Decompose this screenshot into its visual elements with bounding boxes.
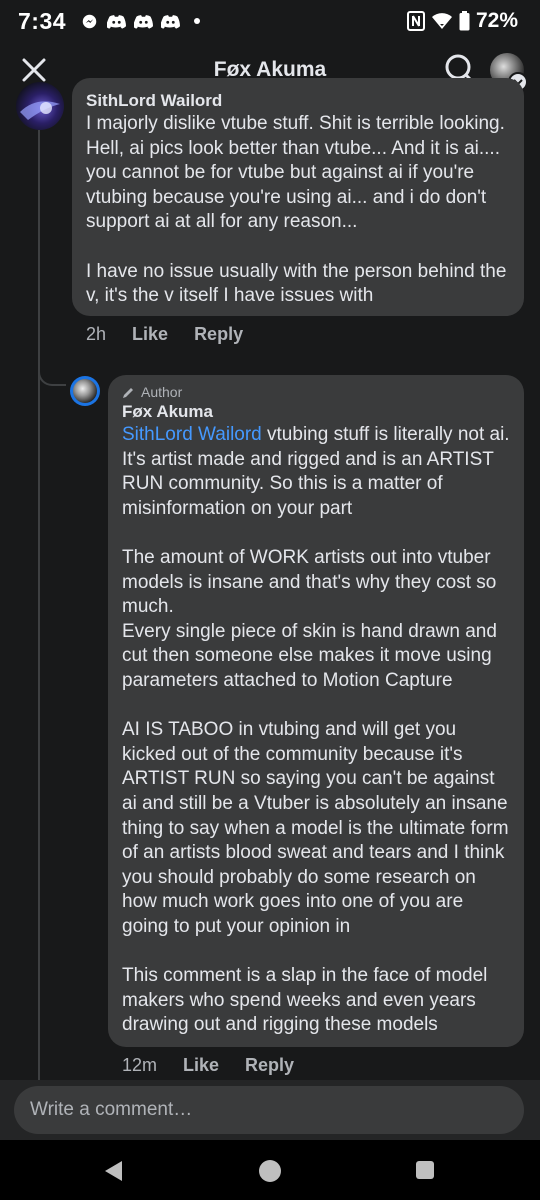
comment-input[interactable]: Write a comment… <box>14 1086 524 1134</box>
author-badge: Author <box>122 383 512 401</box>
battery-percent: 72% <box>475 9 518 32</box>
wifi-icon <box>431 13 452 29</box>
comment-bubble: SithLord Wailord I majorly dislike vtube… <box>72 78 524 316</box>
like-button[interactable]: Like <box>132 324 168 345</box>
author-badge-label: Author <box>141 384 183 400</box>
reply-button[interactable]: Reply <box>245 1055 294 1076</box>
status-time: 7:34 <box>18 7 67 34</box>
home-icon[interactable] <box>259 1160 281 1182</box>
avatar[interactable] <box>16 82 64 130</box>
thread-connector <box>38 360 66 386</box>
like-button[interactable]: Like <box>183 1055 219 1076</box>
comment-author[interactable]: SithLord Wailord <box>86 90 512 112</box>
comment-time[interactable]: 12m <box>122 1055 157 1076</box>
mention-link[interactable]: SithLord Wailord <box>122 424 262 445</box>
pencil-icon <box>123 387 133 398</box>
comment-text: I majorly dislike vtube stuff. Shit is t… <box>86 113 507 307</box>
comment-body: vtubing stuff is literally not ai. It's … <box>122 424 510 1036</box>
avatar[interactable] <box>70 376 100 406</box>
nfc-icon <box>406 11 425 31</box>
recents-icon[interactable] <box>416 1161 434 1179</box>
discord-icon <box>107 14 127 29</box>
back-icon[interactable] <box>102 1159 124 1183</box>
comment-actions: 2h Like Reply <box>86 324 243 345</box>
close-icon[interactable] <box>20 56 48 84</box>
reply-button[interactable]: Reply <box>194 324 243 345</box>
messenger-icon <box>82 14 97 28</box>
comment-text: SithLord Wailord vtubing stuff is litera… <box>122 423 512 1038</box>
notification-dot <box>194 18 201 24</box>
comment-bubble: Author Føx Akuma SithLord Wailord vtubin… <box>108 375 524 1047</box>
comment-time[interactable]: 2h <box>86 324 106 345</box>
discord-icon <box>134 14 154 29</box>
battery-icon <box>459 11 470 31</box>
thread-line <box>38 130 40 1080</box>
comment-author[interactable]: Føx Akuma <box>122 401 512 423</box>
discord-icon <box>161 14 181 29</box>
status-bar: 7:34 72% <box>0 0 540 42</box>
comment-actions: 12m Like Reply <box>122 1055 294 1076</box>
